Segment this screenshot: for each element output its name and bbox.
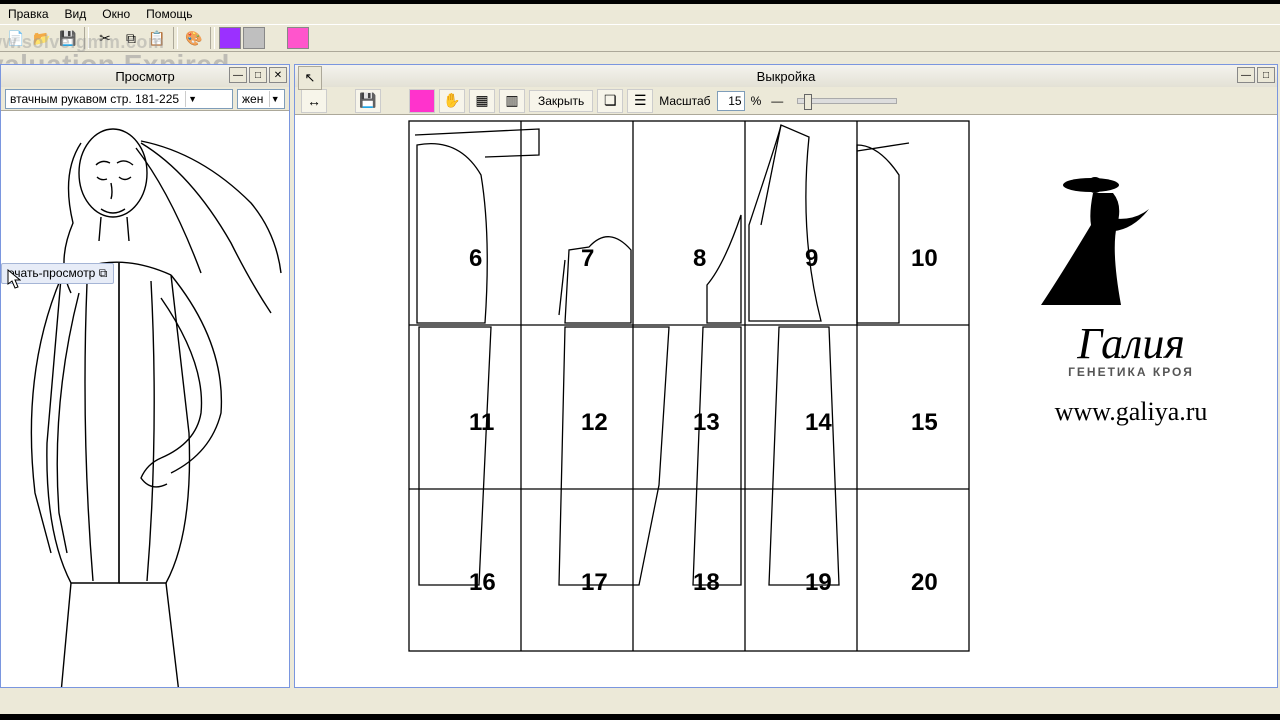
lady-silhouette-icon [1021,165,1241,315]
close-pattern-button[interactable]: Закрыть [529,90,593,112]
preview-canvas: ечать-просмотр ⧉ [1,113,289,687]
menu-help[interactable]: Помощь [146,7,192,21]
scissors-icon[interactable]: ✂ [93,26,117,50]
menu-bar: Правка Вид Окно Помощь [0,4,1280,24]
page-number: 16 [469,569,496,597]
preview-title-bar: Просмотр — □ ✕ [1,65,289,87]
scale-label: Масштаб [657,94,712,108]
page-number: 15 [911,409,938,437]
model-sketch [1,113,289,687]
save-icon[interactable]: 💾 [56,26,80,50]
close-button[interactable]: ✕ [269,67,287,83]
expand-icon[interactable]: ↔ [301,89,327,113]
layer-icon[interactable]: ❏ [597,89,623,113]
page-number: 17 [581,569,608,597]
page-number: 8 [693,245,706,273]
copy-icon[interactable]: ⧉ [119,26,143,50]
page-number: 11 [469,409,494,437]
page-number: 7 [581,245,594,273]
menu-view[interactable]: Вид [65,7,87,21]
brand-logo: Галия ГЕНЕТИКА КРОЯ www.galiya.ru [1001,165,1261,427]
preview-window: Просмотр — □ ✕ втачным рукавом стр. 181-… [0,64,290,688]
pattern-window: Выкройка — □ ↔ 💾 ✋ ▦ ▥ Закрыть ❏ ☰ Масшт… [294,64,1278,688]
minimize-button[interactable]: — [229,67,247,83]
preview-toolbar: втачным рукавом стр. 181-225 ▼ жен ▼ [1,87,289,111]
minimize-button[interactable]: — [1237,67,1255,83]
columns-icon[interactable]: ▥ [499,89,525,113]
page-number: 13 [693,409,720,437]
main-toolbar: 📄 📂 💾 ✂ ⧉ 📋 🎨 [0,24,1280,52]
open-icon[interactable]: 📂 [30,26,54,50]
palette-icon[interactable]: 🎨 [182,26,206,50]
page-number: 12 [581,409,608,437]
settings-icon[interactable]: ☰ [627,89,653,113]
cursor-icon [7,269,21,289]
color-swatch-pink[interactable] [287,27,309,49]
scale-unit: % [749,94,764,108]
pattern-toolbar: ↔ 💾 ✋ ▦ ▥ Закрыть ❏ ☰ Масштаб % — [295,87,1277,115]
color-swatch-grey[interactable] [243,27,265,49]
brand-url: www.galiya.ru [1001,397,1261,427]
pages-dropdown-value: втачным рукавом стр. 181-225 [10,92,179,106]
page-number: 6 [469,245,482,273]
chevron-down-icon: ▼ [185,91,199,107]
brand-tagline: ГЕНЕТИКА КРОЯ [1001,365,1261,379]
brand-name: Галия [1001,318,1261,369]
scale-input[interactable] [717,91,745,111]
menu-window[interactable]: Окно [102,7,130,21]
paste-icon[interactable]: 📋 [145,26,169,50]
page-number: 10 [911,245,938,273]
new-icon[interactable]: 📄 [4,26,28,50]
pattern-title-bar: Выкройка — □ [295,65,1277,87]
sex-dropdown-value: жен [242,92,263,106]
maximize-button[interactable]: □ [1257,67,1275,83]
page-number: 18 [693,569,720,597]
maximize-button[interactable]: □ [249,67,267,83]
pattern-title: Выкройка [757,69,816,84]
pattern-grid-svg [309,115,1009,675]
chevron-down-icon: ▼ [269,91,280,107]
page-number: 9 [805,245,818,273]
save-icon[interactable]: 💾 [355,89,381,113]
page-number: 14 [805,409,832,437]
pointer-tool-icon[interactable]: ↖ [298,66,322,90]
fill-color-icon[interactable] [409,89,435,113]
pages-dropdown[interactable]: втачным рукавом стр. 181-225 ▼ [5,89,233,109]
scale-slider[interactable] [797,98,897,104]
hand-icon[interactable]: ✋ [439,89,465,113]
menu-edit[interactable]: Правка [8,7,49,21]
color-swatch-purple[interactable] [219,27,241,49]
page-number: 19 [805,569,832,597]
sex-dropdown[interactable]: жен ▼ [237,89,285,109]
grid-icon[interactable]: ▦ [469,89,495,113]
preview-title: Просмотр [115,69,174,84]
page-number: 20 [911,569,938,597]
